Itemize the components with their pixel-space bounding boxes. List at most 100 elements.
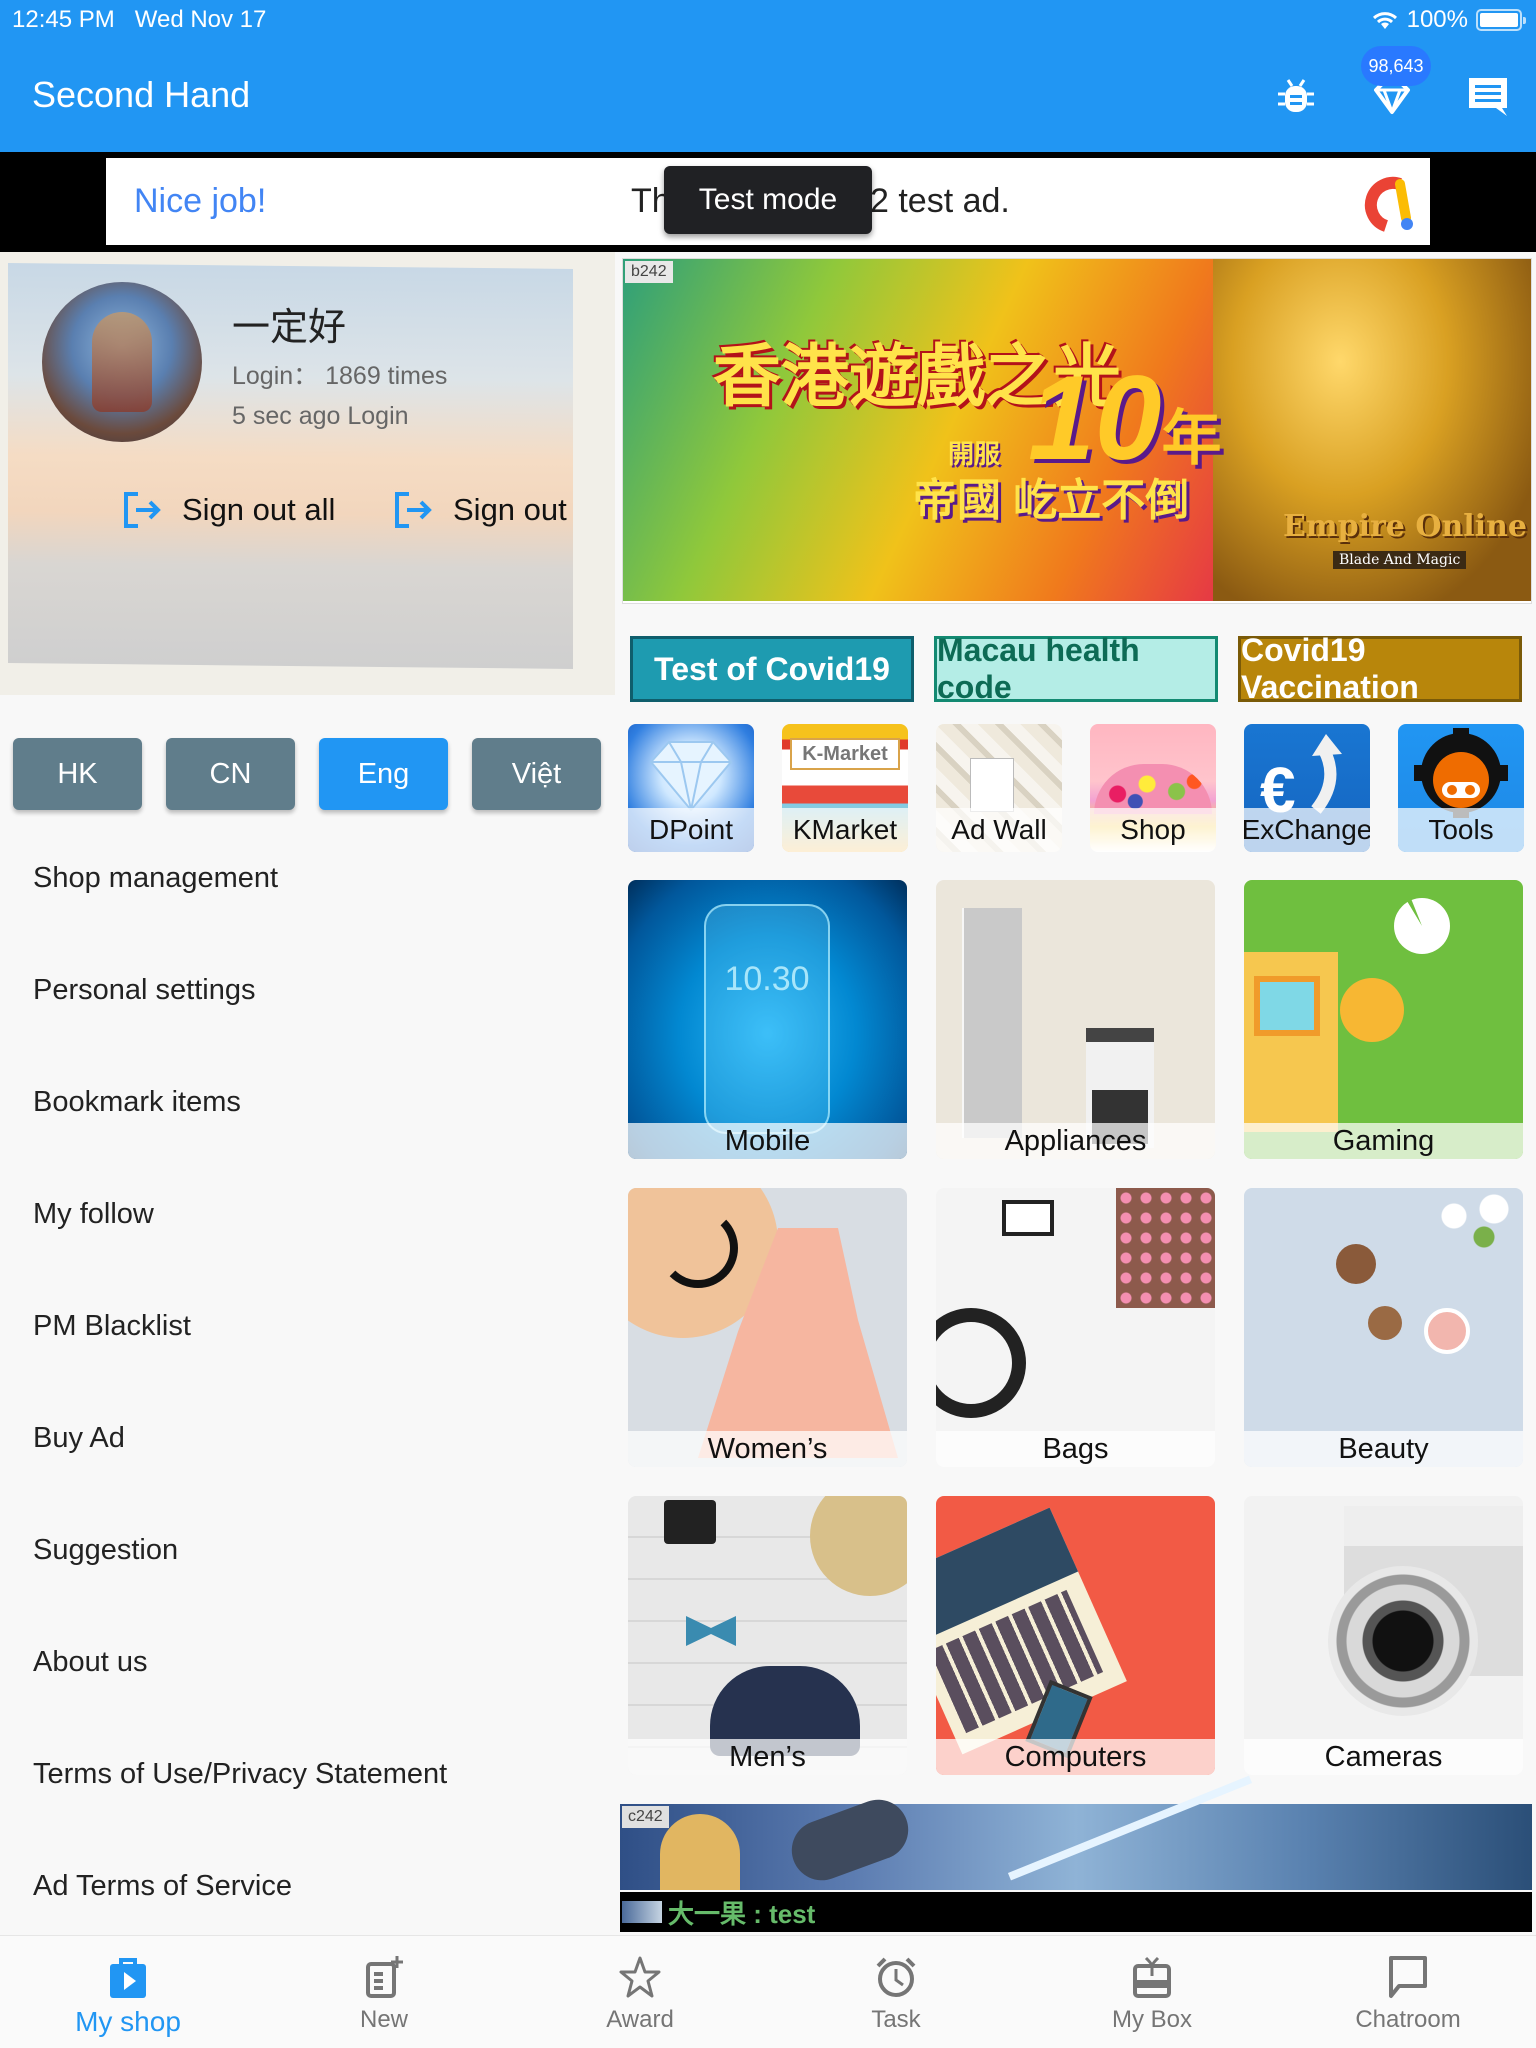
polka-pouch-illustration — [1116, 1188, 1215, 1308]
nav-label: My Box — [1111, 2006, 1192, 2033]
eyelash-case-illustration — [1002, 1200, 1054, 1236]
app-bar: 12:45 PM Wed Nov 17 100% Second Hand 98,… — [0, 0, 1536, 152]
covid-vaccination-button[interactable]: Covid19 Vaccination — [1238, 632, 1522, 705]
bottom-ad-tag: c242 — [622, 1806, 669, 1828]
bottom-ad-caption-bar: 大一果 : test — [620, 1892, 1532, 1932]
category-womens[interactable]: Women’s — [628, 1188, 907, 1467]
category-mens[interactable]: Men’s — [628, 1496, 907, 1775]
nav-label: Award — [606, 2006, 674, 2033]
menu-about-us[interactable]: About us — [0, 1638, 615, 1750]
category-bags[interactable]: Bags — [936, 1188, 1215, 1467]
gear-robot-icon — [1414, 728, 1508, 818]
nav-new[interactable]: New — [256, 1936, 512, 2048]
coin-illustration — [1340, 978, 1404, 1042]
nav-my-shop[interactable]: My shop — [0, 1936, 256, 2048]
ad-text-right: 2 test ad. — [870, 182, 1010, 220]
menu-buy-ad[interactable]: Buy Ad — [0, 1414, 615, 1526]
pacman-illustration — [1394, 898, 1450, 954]
belt-illustration — [936, 1308, 1026, 1418]
nav-label: My shop — [75, 2006, 181, 2037]
nav-task[interactable]: Task — [768, 1936, 1024, 2048]
ad-box[interactable]: Nice job! Th 2 test ad. Test mode — [106, 158, 1430, 245]
nav-award[interactable]: Award — [512, 1936, 768, 2048]
main-content: 香港遊戲之光 10年 開服 帝國 屹立不倒 Empire Online Blad… — [620, 252, 1536, 1935]
category-appliances[interactable]: Appliances — [936, 880, 1215, 1159]
sign-out-button[interactable]: Sign out — [393, 490, 567, 530]
menu-suggestion[interactable]: Suggestion — [0, 1526, 615, 1638]
bottom-navigation: My shop New Award Task My Box Chatroom — [0, 1935, 1536, 2048]
star-icon — [619, 1956, 661, 1998]
ad-wall-icon — [970, 758, 1014, 812]
quick-links: DPoint K-Market KMarket Ad Wall Shop € E… — [628, 724, 1524, 852]
quick-link-exchange[interactable]: € ExChange — [1244, 724, 1370, 852]
ad-banner[interactable]: Nice job! Th 2 test ad. Test mode — [0, 152, 1536, 252]
category-label: Bags — [936, 1431, 1215, 1467]
wifi-icon — [1372, 12, 1397, 29]
lang-viet-button[interactable]: Việt — [472, 738, 601, 810]
bug-icon[interactable] — [1274, 74, 1318, 118]
menu-shop-management[interactable]: Shop management — [0, 854, 615, 966]
wallet-illustration — [664, 1500, 716, 1544]
avatar[interactable] — [42, 282, 202, 442]
bottom-ad-caption: 大一果 : test — [668, 1898, 816, 1929]
banner-game-logo: Empire Online — [1283, 509, 1527, 544]
quick-link-kmarket[interactable]: K-Market KMarket — [782, 724, 908, 852]
category-gaming[interactable]: Gaming — [1244, 880, 1523, 1159]
shopping-bag-icon — [110, 1958, 146, 1998]
diamond-icon — [649, 741, 733, 812]
menu-personal-settings[interactable]: Personal settings — [0, 966, 615, 1078]
promo-banner[interactable]: 香港遊戲之光 10年 開服 帝國 屹立不倒 Empire Online Blad… — [622, 258, 1532, 604]
menu-pm-blacklist[interactable]: PM Blacklist — [0, 1302, 615, 1414]
category-label: Men’s — [628, 1739, 907, 1775]
menu-bookmark-items[interactable]: Bookmark items — [0, 1078, 615, 1190]
quick-link-tools[interactable]: Tools — [1398, 724, 1524, 852]
banner-subtitle: 帝國 屹立不倒 — [913, 476, 1190, 525]
battery-percent: 100% — [1406, 6, 1468, 33]
fridge-illustration — [962, 908, 1022, 1138]
category-mobile[interactable]: 10.30 Mobile — [628, 880, 907, 1159]
covid-test-button[interactable]: Test of Covid19 — [630, 636, 914, 702]
bottom-ad[interactable]: c242 大一果 : test — [620, 1775, 1532, 1934]
menu-terms-privacy[interactable]: Terms of Use/Privacy Statement — [0, 1750, 615, 1862]
nav-chatroom[interactable]: Chatroom — [1280, 1936, 1536, 2048]
category-cameras[interactable]: Cameras — [1244, 1496, 1523, 1775]
last-login: 5 sec ago Login — [232, 402, 409, 430]
macau-health-code-button[interactable]: Macau health code — [934, 632, 1218, 705]
nav-label: Chatroom — [1355, 2006, 1461, 2033]
euro-exchange-icon: € — [1260, 734, 1342, 820]
nav-label: New — [359, 2006, 408, 2033]
message-icon[interactable] — [1466, 74, 1510, 118]
flowers-illustration — [1424, 1188, 1523, 1258]
lang-eng-button[interactable]: Eng — [319, 738, 448, 810]
sign-out-all-label: Sign out all — [182, 492, 336, 527]
alarm-clock-icon — [876, 1957, 916, 1997]
category-label: Gaming — [1244, 1123, 1523, 1159]
sign-out-all-button[interactable]: Sign out all — [122, 490, 335, 530]
category-beauty[interactable]: Beauty — [1244, 1188, 1523, 1467]
menu-my-follow[interactable]: My follow — [0, 1190, 615, 1302]
brush-illustration-2 — [1368, 1306, 1402, 1340]
lang-hk-button[interactable]: HK — [13, 738, 142, 810]
quick-link-ad-wall[interactable]: Ad Wall — [936, 724, 1062, 852]
category-label: Beauty — [1244, 1431, 1523, 1467]
quick-link-label: Shop — [1090, 808, 1216, 852]
side-drawer: 一定好 Login： 1869 times 5 sec ago Login Si… — [0, 252, 615, 1935]
bottom-ad-thumbnail — [622, 1901, 662, 1923]
quick-link-dpoint[interactable]: DPoint — [628, 724, 754, 852]
category-computers[interactable]: Computers — [936, 1496, 1215, 1775]
logout-icon — [395, 492, 432, 528]
category-label: Appliances — [936, 1123, 1215, 1159]
language-selector: HK CN Eng Việt — [13, 738, 601, 810]
status-time: 12:45 PM Wed Nov 17 — [12, 6, 267, 33]
lang-cn-button[interactable]: CN — [166, 738, 295, 810]
quick-link-shop[interactable]: Shop — [1090, 724, 1216, 852]
sign-out-label: Sign out — [453, 492, 567, 527]
nav-my-box[interactable]: My Box — [1024, 1936, 1280, 2048]
bowtie-illustration — [686, 1616, 736, 1646]
status-indicators: 100% — [1371, 6, 1526, 34]
quick-link-label: Tools — [1398, 808, 1524, 852]
drawer-menu: Shop management Personal settings Bookma… — [0, 854, 615, 1974]
nav-label: Task — [871, 2006, 921, 2033]
username: 一定好 — [232, 307, 347, 349]
battery-icon — [1476, 9, 1526, 31]
